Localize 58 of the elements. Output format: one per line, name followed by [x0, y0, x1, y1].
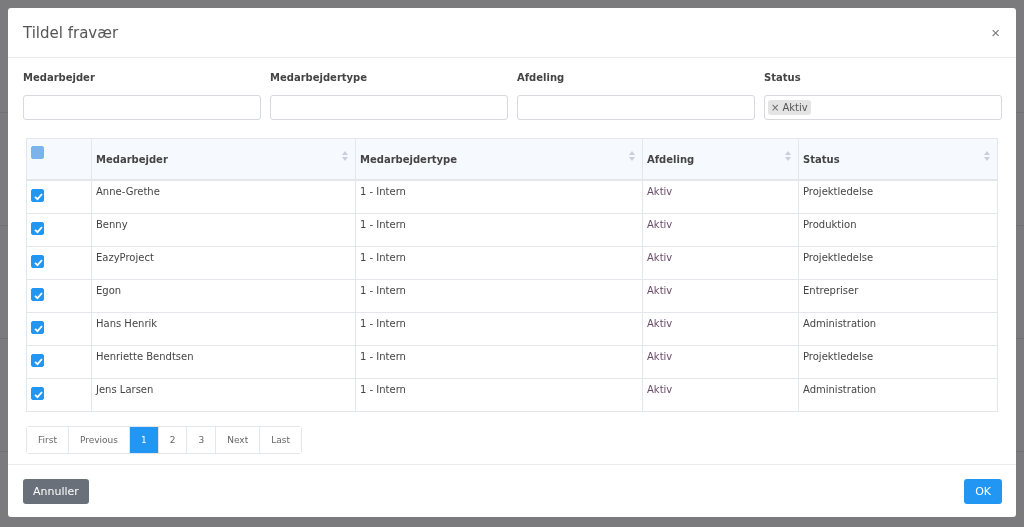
- tag-label: Aktiv: [782, 102, 808, 113]
- table-cell: Entrepriser: [798, 279, 998, 312]
- checkbox[interactable]: [31, 189, 44, 202]
- table-cell: Projektledelse: [798, 345, 998, 378]
- table-cell: Henriette Bendtsen: [91, 345, 356, 378]
- table-cell: Egon: [91, 279, 356, 312]
- table-cell: Administration: [798, 378, 998, 411]
- table-cell: 1 - Intern: [355, 213, 643, 246]
- column-header[interactable]: Medarbejdertype: [355, 138, 643, 180]
- field-label: Medarbejdertype: [270, 72, 369, 85]
- table-cell: Aktiv: [642, 213, 799, 246]
- sort-icon[interactable]: [784, 150, 792, 162]
- table-cell: Aktiv: [642, 279, 799, 312]
- input-field[interactable]: [23, 95, 261, 120]
- table-cell: Aktiv: [642, 180, 799, 213]
- table-cell: 1 - Intern: [355, 246, 643, 279]
- checkbox[interactable]: [31, 254, 44, 268]
- table-cell: Benny: [91, 213, 356, 246]
- table-cell: EazyProject: [91, 246, 356, 279]
- checkbox[interactable]: [31, 146, 44, 159]
- field-label: Medarbejder: [23, 72, 96, 85]
- sort-icon[interactable]: [983, 150, 991, 162]
- cancel-button[interactable]: Annuller: [23, 478, 89, 504]
- column-header[interactable]: Medarbejder: [91, 138, 356, 180]
- table-cell: Administration: [798, 312, 998, 345]
- table-cell: Jens Larsen: [91, 378, 356, 411]
- checkbox[interactable]: [31, 320, 44, 334]
- table-cell: 1 - Intern: [355, 345, 643, 378]
- table-cell: Projektledelse: [798, 246, 998, 279]
- dialog-title: Tildel fravær: [23, 23, 119, 42]
- tag-input-field[interactable]: × Aktiv: [764, 95, 1002, 120]
- close-button[interactable]: ×: [989, 24, 1002, 41]
- field-label: Status: [764, 72, 802, 85]
- table-cell: Anne-Grethe: [91, 180, 356, 213]
- table-cell: 1 - Intern: [355, 180, 643, 213]
- table-cell: Aktiv: [642, 246, 799, 279]
- table-cell: Hans Henrik: [91, 312, 356, 345]
- table-cell: Aktiv: [642, 345, 799, 378]
- sort-icon[interactable]: [628, 150, 636, 162]
- table-cell: 1 - Intern: [355, 378, 643, 411]
- table-cell: Aktiv: [642, 378, 799, 411]
- column-header[interactable]: Afdeling: [642, 138, 799, 180]
- table-cell: Aktiv: [642, 312, 799, 345]
- checkbox[interactable]: [31, 221, 44, 235]
- input-field[interactable]: [270, 95, 508, 120]
- table-cell: 1 - Intern: [355, 312, 643, 345]
- input-field[interactable]: [517, 95, 755, 120]
- sort-icon[interactable]: [341, 150, 349, 162]
- page-button[interactable]: First: [27, 426, 69, 453]
- column-header[interactable]: Status: [798, 138, 998, 180]
- table-cell: Projektledelse: [798, 180, 998, 213]
- checkbox[interactable]: [31, 287, 44, 301]
- table-cell: Produktion: [798, 213, 998, 246]
- checkbox[interactable]: [31, 353, 44, 367]
- checkbox[interactable]: [31, 386, 44, 400]
- remove-tag-button[interactable]: ×: [771, 102, 780, 113]
- field-label: Afdeling: [517, 72, 566, 85]
- table-cell: 1 - Intern: [355, 279, 643, 312]
